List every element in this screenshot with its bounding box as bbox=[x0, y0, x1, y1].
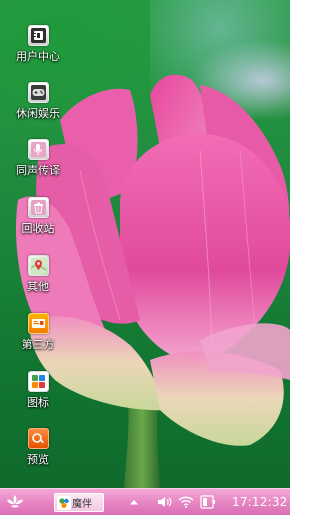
desktop-icon-preview[interactable]: 预览 bbox=[9, 428, 67, 466]
taskbar-item-moban[interactable]: 魔伴 bbox=[54, 493, 104, 512]
desktop-icon-label: 休闲娱乐 bbox=[16, 107, 60, 120]
speaker-icon[interactable] bbox=[157, 494, 173, 510]
desktop-icon-label: 预览 bbox=[27, 453, 49, 466]
desktop-icon-recycle-bin[interactable]: 回收站 bbox=[9, 197, 67, 235]
lotus-wallpaper-image bbox=[15, 0, 290, 488]
desktop-icon-third-party[interactable]: 第三方 bbox=[9, 313, 67, 351]
desktop-icon-label: 回收站 bbox=[21, 222, 55, 235]
desktop-wallpaper bbox=[0, 0, 290, 488]
desktop-icon-user-center[interactable]: 用户中心 bbox=[9, 25, 67, 63]
desktop-icon-icons[interactable]: 图标 bbox=[9, 371, 67, 409]
user-center-icon bbox=[27, 25, 49, 46]
icons-app-icon bbox=[27, 371, 49, 392]
desktop-icon-label: 同声传译 bbox=[16, 164, 60, 177]
taskbar: 魔伴 17:12:32 bbox=[0, 488, 290, 515]
desktop-icon-leisure[interactable]: 休闲娱乐 bbox=[9, 82, 67, 120]
taskbar-item-label: 魔伴 bbox=[72, 499, 92, 510]
desktop-icon-label: 图标 bbox=[27, 396, 49, 409]
chevron-up-icon[interactable] bbox=[128, 495, 140, 509]
taskbar-clock[interactable]: 17:12:32 bbox=[232, 489, 288, 515]
desktop-icon-label: 其他 bbox=[27, 280, 49, 293]
recycle-bin-icon bbox=[27, 197, 49, 218]
preview-app-icon bbox=[27, 428, 49, 449]
map-pin-icon bbox=[27, 255, 49, 276]
desktop-icon-interpretation[interactable]: 同声传译 bbox=[9, 139, 67, 177]
start-button[interactable] bbox=[5, 492, 25, 512]
third-party-app-icon bbox=[27, 313, 49, 334]
desktop-icon-label: 用户中心 bbox=[16, 50, 60, 63]
lotus-flower-icon bbox=[7, 495, 23, 508]
desktop-icon-label: 第三方 bbox=[21, 338, 55, 351]
battery-icon[interactable] bbox=[200, 494, 216, 510]
microphone-icon bbox=[27, 139, 49, 160]
gamepad-icon bbox=[27, 82, 49, 103]
wifi-icon[interactable] bbox=[178, 494, 194, 510]
mobanban-app-icon bbox=[57, 495, 71, 510]
desktop-icon-other[interactable]: 其他 bbox=[9, 255, 67, 293]
